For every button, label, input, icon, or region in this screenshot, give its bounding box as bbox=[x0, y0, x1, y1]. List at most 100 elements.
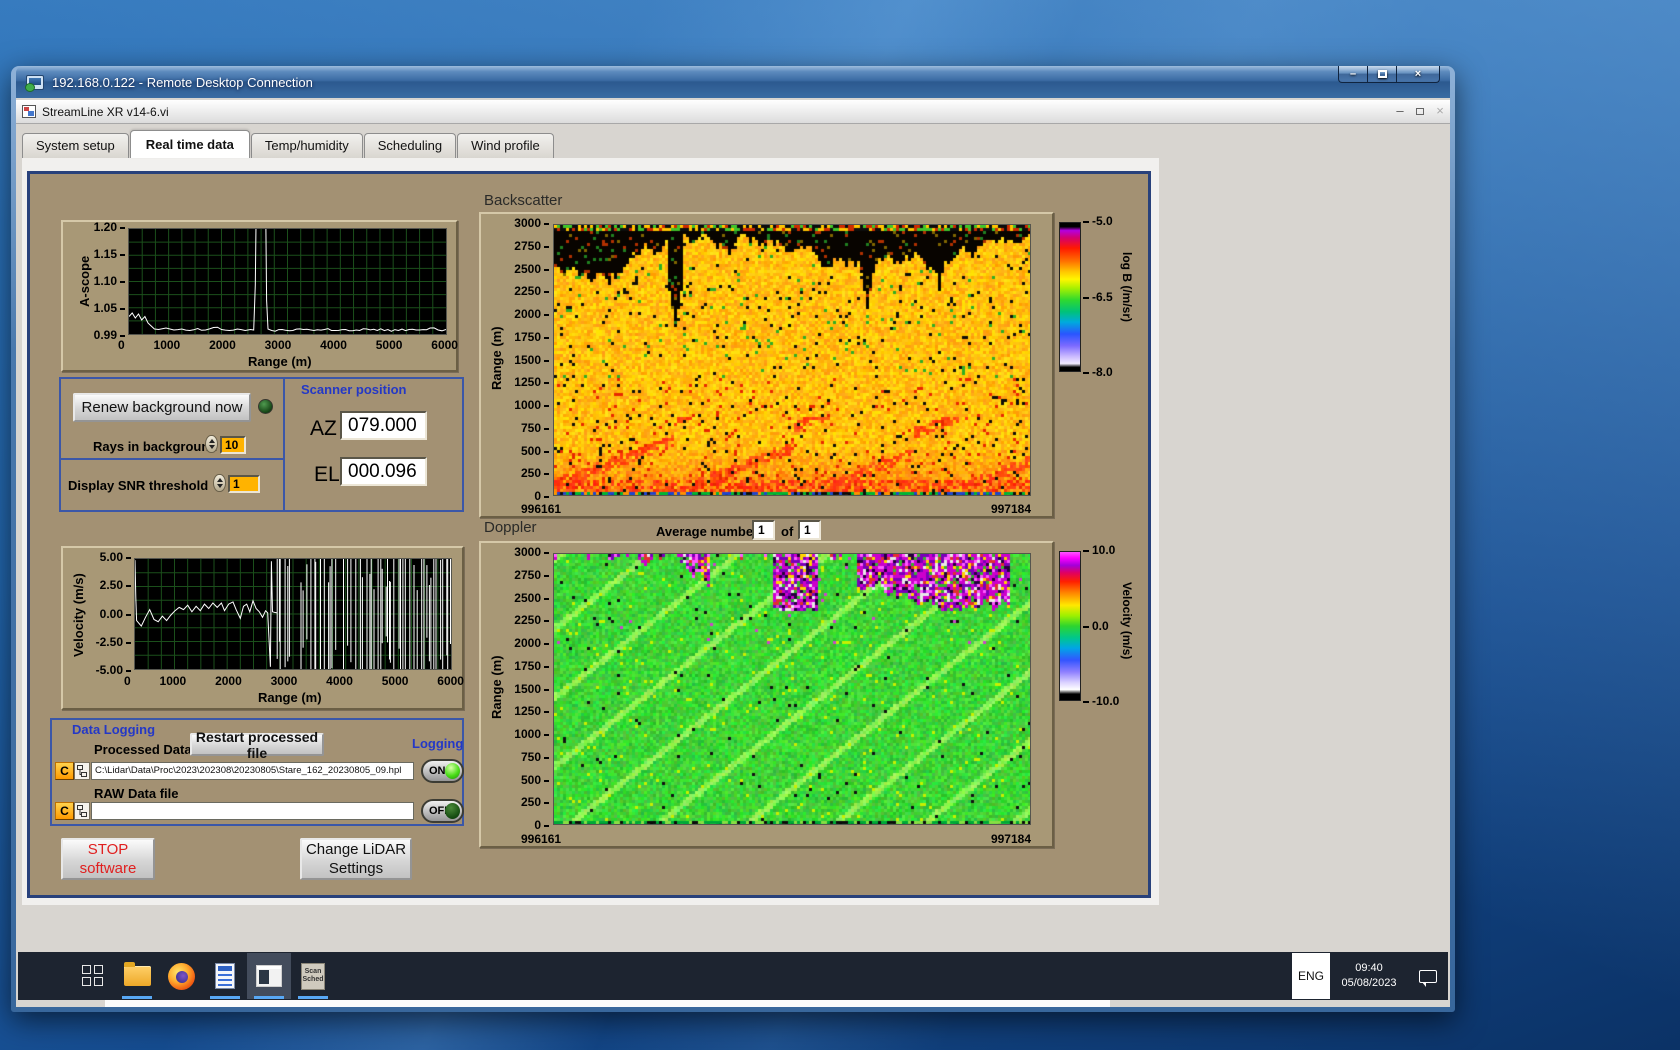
snr-value-field[interactable]: 1 bbox=[228, 475, 260, 493]
logging-label: Logging bbox=[412, 736, 464, 751]
streamline-app-button[interactable] bbox=[247, 953, 291, 999]
close-button[interactable]: × bbox=[1396, 66, 1440, 83]
maximize-button[interactable] bbox=[1368, 66, 1396, 83]
tick-label: 0 bbox=[534, 490, 549, 502]
tick-label: 2750 bbox=[514, 240, 549, 252]
action-center-button[interactable] bbox=[1408, 953, 1448, 999]
tick-label: 1000 bbox=[153, 338, 181, 352]
running-indicator bbox=[254, 996, 284, 999]
tab-wind-profile[interactable]: Wind profile bbox=[457, 133, 554, 158]
raw-logging-toggle[interactable]: OFF bbox=[421, 799, 464, 823]
change-lidar-settings-button[interactable]: Change LiDAR Settings bbox=[300, 838, 412, 880]
raw-browse-button[interactable] bbox=[74, 802, 90, 820]
velocity-plot bbox=[134, 558, 452, 670]
tick-label: 2000 bbox=[209, 338, 236, 352]
tick-label: 1.15 bbox=[94, 248, 125, 260]
snr-threshold-label: Display SNR threshold bbox=[68, 478, 209, 493]
tick-label: 0 bbox=[534, 819, 549, 831]
taskbar-clock[interactable]: 09:40 05/08/2023 bbox=[1330, 961, 1408, 991]
tab-real-time-data[interactable]: Real time data bbox=[129, 130, 250, 158]
remote-taskbar: Scan Sched ENG 09:40 05/08/2023 bbox=[18, 952, 1448, 1000]
scanner-position-box: Scanner position AZ 079.000 EL 000.096 bbox=[283, 377, 464, 512]
tick-label: 2250 bbox=[514, 285, 549, 297]
tick-label: 1250 bbox=[514, 705, 549, 717]
minimize-button[interactable]: – bbox=[1338, 66, 1368, 83]
firefox-icon bbox=[167, 962, 195, 990]
folder-hierarchy-icon bbox=[77, 805, 87, 817]
velocity-x-label: Range (m) bbox=[258, 690, 322, 705]
tick-label: 5000 bbox=[375, 338, 403, 352]
app-title: StreamLine XR v14-6.vi bbox=[42, 104, 169, 119]
doppler-colorbar bbox=[1059, 551, 1081, 701]
tick-label: 1.20 bbox=[94, 221, 125, 233]
rdp-window: 192.168.0.122 - Remote Desktop Connectio… bbox=[11, 66, 1455, 1012]
stop-software-button[interactable]: STOP software bbox=[61, 838, 155, 880]
app-minimize-button[interactable]: – bbox=[1390, 103, 1410, 118]
ascope-plot bbox=[128, 228, 447, 335]
restart-processed-file-button[interactable]: Restart processed file bbox=[190, 729, 324, 761]
tab-system-setup[interactable]: System setup bbox=[22, 133, 129, 158]
doppler-heatmap-canvas bbox=[554, 554, 1030, 824]
average-number-field[interactable]: 1 bbox=[752, 520, 775, 540]
language-indicator[interactable]: ENG bbox=[1292, 953, 1330, 999]
tick-label: 4000 bbox=[320, 338, 347, 352]
average-of-label: of bbox=[781, 524, 794, 539]
tick-label: 4000 bbox=[326, 674, 353, 688]
tick-label: 1000 bbox=[514, 399, 549, 411]
backscatter-heatmap-canvas bbox=[554, 225, 1030, 495]
raw-drive-button[interactable]: C bbox=[55, 802, 74, 820]
velocity-y-label: Velocity (m/s) bbox=[71, 573, 86, 657]
raw-path-field[interactable] bbox=[91, 802, 414, 820]
change-line1: Change LiDAR bbox=[305, 841, 407, 858]
app-window-icon bbox=[256, 965, 282, 987]
tick-label: -10.0 bbox=[1083, 695, 1119, 707]
data-logging-title: Data Logging bbox=[72, 722, 156, 737]
tab-temp-humidity[interactable]: Temp/humidity bbox=[250, 133, 363, 158]
stop-line1: STOP bbox=[87, 841, 129, 858]
rdp-icon bbox=[25, 74, 44, 92]
doppler-plot bbox=[553, 553, 1031, 825]
tick-label: -5.0 bbox=[1083, 215, 1113, 227]
processed-browse-button[interactable] bbox=[74, 762, 90, 780]
app-restore-icon bbox=[1416, 108, 1424, 115]
tick-label: -8.0 bbox=[1083, 366, 1113, 378]
scan-scheduler-icon: Scan Sched bbox=[301, 962, 325, 990]
stop-line2: software bbox=[79, 860, 137, 877]
scan-scheduler-button[interactable]: Scan Sched bbox=[291, 953, 335, 999]
tick-label: 2500 bbox=[514, 263, 549, 275]
rays-value-field[interactable]: 10 bbox=[220, 436, 246, 454]
average-total-field: 1 bbox=[798, 520, 821, 540]
document-app-button[interactable] bbox=[203, 953, 247, 999]
processed-logging-toggle[interactable]: ON bbox=[421, 759, 464, 783]
tick-label: 1000 bbox=[159, 674, 187, 688]
doppler-y-label: Range (m) bbox=[489, 655, 504, 719]
doppler-graph: 3000 2750 2500 2250 2000 1750 1500 1250 1000 750 5… bbox=[479, 541, 1054, 848]
renew-led-indicator bbox=[258, 399, 273, 414]
tab-scheduling[interactable]: Scheduling bbox=[363, 133, 457, 158]
firefox-button[interactable] bbox=[159, 953, 203, 999]
rdp-titlebar: 192.168.0.122 - Remote Desktop Connectio… bbox=[16, 66, 1450, 98]
backscatter-graph: 3000 2750 2500 2250 2000 1750 1500 1250 1000 750 5… bbox=[479, 212, 1054, 518]
tab-bar: System setup Real time data Temp/humidity S… bbox=[22, 124, 555, 158]
renew-background-button[interactable]: Renew background now bbox=[73, 393, 251, 422]
processed-drive-button[interactable]: C bbox=[55, 762, 74, 780]
processed-path-field[interactable]: C:\Lidar\Data\Proc\2023\202308\20230805\… bbox=[91, 762, 414, 780]
doppler-y-ticks: 3000 2750 2500 2250 2000 1750 1500 1250 1000 750 5… bbox=[505, 546, 549, 831]
hidden-host-taskbar[interactable] bbox=[105, 1000, 1110, 1007]
tick-label: 1750 bbox=[514, 331, 549, 343]
file-explorer-button[interactable] bbox=[115, 953, 159, 999]
app-close-button[interactable]: × bbox=[1430, 103, 1450, 118]
snr-spinner[interactable] bbox=[213, 474, 226, 492]
tick-label: 250 bbox=[521, 796, 549, 808]
tick-label: 2000 bbox=[215, 674, 242, 688]
notification-bubble-icon bbox=[1419, 969, 1437, 987]
task-view-button[interactable] bbox=[71, 953, 115, 999]
backscatter-y-ticks: 3000 2750 2500 2250 2000 1750 1500 1250 1000 750 5… bbox=[505, 217, 549, 502]
ascope-x-ticks: 0 1000 2000 3000 4000 5000 6000 bbox=[118, 338, 458, 352]
tick-label: 1.10 bbox=[94, 275, 125, 287]
tick-label: 3000 bbox=[270, 674, 298, 688]
rays-spinner[interactable] bbox=[205, 435, 218, 453]
clock-time: 09:40 bbox=[1355, 962, 1383, 974]
app-restore-button[interactable] bbox=[1410, 103, 1430, 118]
lidar-panel: 1.20 1.15 1.10 1.05 0.99 A-scope 0 1000 2000 30… bbox=[27, 171, 1151, 898]
